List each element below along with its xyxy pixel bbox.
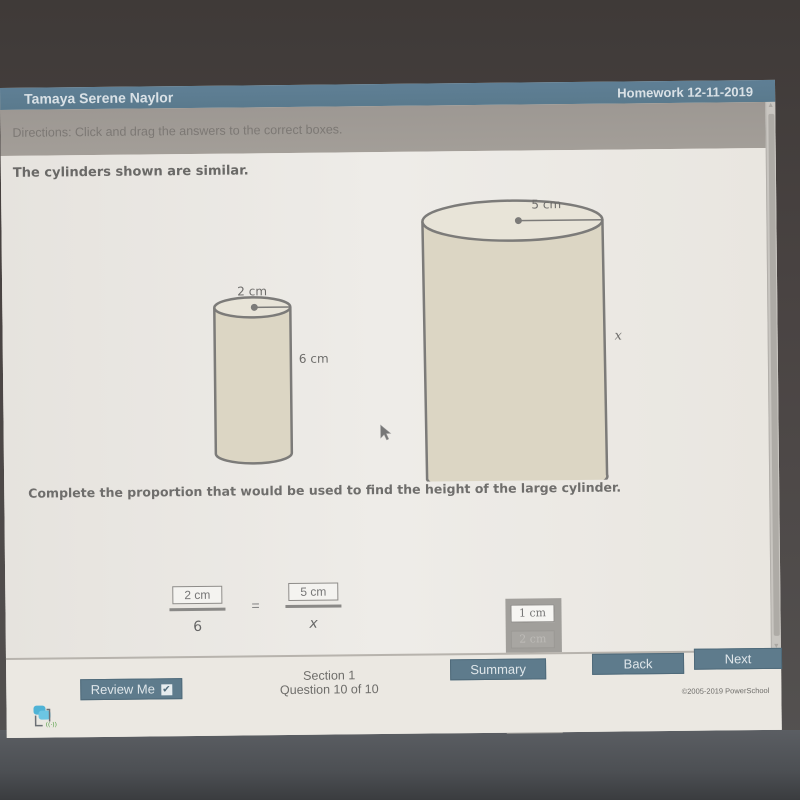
test-screen: Tamaya Serene Naylor Homework 12-11-2019… xyxy=(0,79,783,738)
assignment-title: Homework 12-11-2019 xyxy=(617,84,754,101)
left-fraction: 2 cm 6 xyxy=(169,585,226,636)
left-denominator: 6 xyxy=(193,618,203,636)
large-cylinder-radius-line xyxy=(518,218,603,222)
directions-bar: Directions: Click and drag the answers t… xyxy=(0,101,766,156)
next-button[interactable]: Next xyxy=(693,647,783,670)
equals-sign: = xyxy=(251,597,260,614)
monitor-bezel xyxy=(0,730,800,800)
scroll-up-arrow-icon[interactable]: ▲ xyxy=(767,102,774,109)
scrollbar-thumb[interactable] xyxy=(768,113,780,636)
small-cylinder: 2 cm 6 cm xyxy=(213,284,329,465)
right-denominator: x xyxy=(309,615,318,632)
question-counter: Question 10 of 10 xyxy=(279,682,379,698)
answer-chip-2cm: 2 cm xyxy=(510,630,555,649)
section-label: Section 1 xyxy=(303,668,356,683)
back-button[interactable]: Back xyxy=(591,652,685,675)
left-numerator-dropzone[interactable]: 2 cm xyxy=(172,585,223,605)
question-heading: The cylinders shown are similar. xyxy=(12,163,249,181)
answer-chip-1cm[interactable]: 1 cm xyxy=(510,604,555,623)
mouse-cursor-icon xyxy=(380,424,392,441)
right-fraction: 5 cm x xyxy=(285,582,342,632)
footer-bar: Review Me ✔ Section 1 Question 10 of 10 S… xyxy=(5,647,783,738)
checkbox-checked-icon[interactable]: ✔ xyxy=(160,684,173,696)
summary-button[interactable]: Summary xyxy=(450,658,547,681)
large-height-label: x xyxy=(615,328,623,343)
large-radius-label: 5 cm xyxy=(531,197,561,211)
right-fraction-bar xyxy=(285,604,342,609)
student-name: Tamaya Serene Naylor xyxy=(24,89,174,107)
left-fraction-bar xyxy=(169,607,226,612)
question-content: The cylinders shown are similar. 2 cm 6 … xyxy=(0,147,771,734)
network-status-icon[interactable]: ((·)) xyxy=(30,703,60,729)
small-radius-label: 2 cm xyxy=(237,284,267,298)
right-numerator-dropzone[interactable]: 5 cm xyxy=(288,582,339,602)
svg-text:((·)): ((·)) xyxy=(46,721,57,728)
copyright-text: ©2005-2019 PowerSchool xyxy=(681,685,770,696)
question-position: Section 1 Question 10 of 10 xyxy=(274,668,384,697)
review-me-button[interactable]: Review Me ✔ xyxy=(80,678,183,701)
review-me-label: Review Me xyxy=(90,681,156,698)
large-cylinder: 5 cm x xyxy=(421,197,623,486)
directions-text: Directions: Click and drag the answers t… xyxy=(12,122,343,140)
small-height-label: 6 cm xyxy=(299,352,329,366)
small-cylinder-body xyxy=(213,306,294,465)
large-cylinder-body xyxy=(421,219,609,486)
